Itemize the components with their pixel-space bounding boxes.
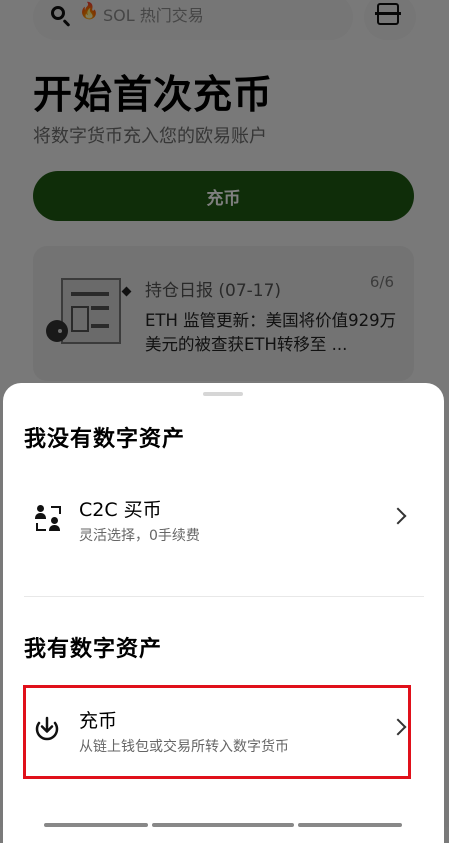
bottom-bar-edge [0, 823, 449, 827]
section-title-have-assets: 我有数字资产 [24, 637, 163, 662]
divider [24, 596, 424, 597]
highlight-box [23, 685, 411, 779]
p2p-users-icon [35, 505, 63, 531]
chevron-right-icon [389, 507, 407, 525]
c2c-subtitle: 灵活选择，0手续费 [79, 528, 200, 544]
c2c-buy-row[interactable]: C2C 买币 灵活选择，0手续费 [24, 483, 414, 553]
sheet-drag-handle[interactable] [203, 392, 243, 396]
section-title-no-assets: 我没有数字资产 [24, 427, 186, 452]
c2c-title: C2C 买币 [79, 499, 162, 521]
